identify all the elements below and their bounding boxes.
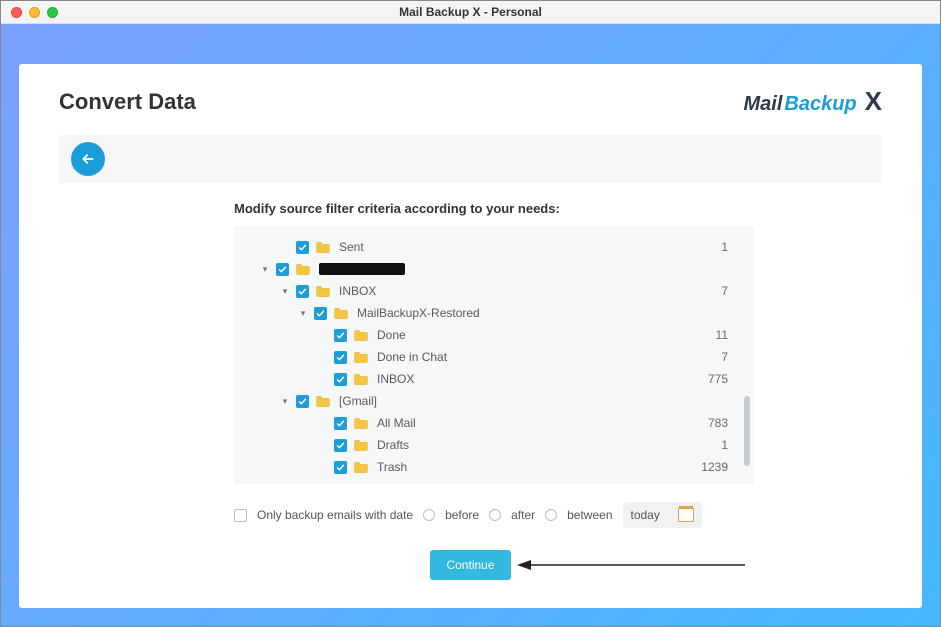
continue-button[interactable]: Continue <box>430 550 510 580</box>
folder-label: All Mail <box>377 416 416 430</box>
folder-icon <box>295 263 311 276</box>
folder-checkbox[interactable] <box>334 461 347 474</box>
minimize-window-button[interactable] <box>29 7 40 18</box>
folder-count: 783 <box>708 416 728 430</box>
after-label: after <box>511 508 535 522</box>
folder-icon <box>315 395 331 408</box>
folder-icon <box>353 461 369 474</box>
only-backup-label: Only backup emails with date <box>257 508 413 522</box>
tree-row[interactable]: ▾ [Gmail] <box>250 390 748 412</box>
scrollbar-thumb[interactable] <box>744 396 750 466</box>
expander-icon[interactable]: ▾ <box>280 286 290 297</box>
titlebar: Mail Backup X - Personal <box>1 1 940 24</box>
arrow-left-icon <box>80 151 96 167</box>
close-window-button[interactable] <box>11 7 22 18</box>
folder-count: 1239 <box>701 460 728 474</box>
tree-row[interactable]: Done in Chat 7 <box>250 346 748 368</box>
date-picker[interactable]: today <box>623 502 702 528</box>
instructions-text: Modify source filter criteria according … <box>234 201 882 216</box>
folder-checkbox[interactable] <box>334 351 347 364</box>
tree-row[interactable]: ▾ <box>250 258 748 280</box>
folder-checkbox[interactable] <box>334 417 347 430</box>
expander-icon[interactable]: ▾ <box>260 264 270 275</box>
page-title: Convert Data <box>59 89 196 115</box>
between-label: between <box>567 508 612 522</box>
folder-label: Done <box>377 328 406 342</box>
logo-text-mail: Mail <box>744 93 783 116</box>
only-backup-checkbox[interactable] <box>234 509 247 522</box>
folder-count: 7 <box>721 350 728 364</box>
before-label: before <box>445 508 479 522</box>
folder-label: INBOX <box>377 372 414 386</box>
expander-icon[interactable]: ▾ <box>280 396 290 407</box>
tree-row[interactable]: Drafts 1 <box>250 434 748 456</box>
folder-checkbox[interactable] <box>296 285 309 298</box>
tree-row[interactable]: Trash 1239 <box>250 456 748 474</box>
folder-count: 7 <box>721 284 728 298</box>
folder-tree-panel: Sent1▾▾INBOX7▾MailBackupX-RestoredDone11… <box>234 226 754 484</box>
before-radio[interactable] <box>423 509 435 521</box>
between-radio[interactable] <box>545 509 557 521</box>
scrollbar-track[interactable] <box>744 236 750 474</box>
folder-label: Trash <box>377 460 407 474</box>
header-row: Convert Data MailBackup X <box>59 86 882 117</box>
folder-checkbox[interactable] <box>296 241 309 254</box>
folder-icon <box>353 439 369 452</box>
folder-count: 775 <box>708 372 728 386</box>
date-filter-row: Only backup emails with date before afte… <box>234 502 754 528</box>
folder-checkbox[interactable] <box>334 329 347 342</box>
continue-row: Continue <box>59 550 882 580</box>
folder-count: 11 <box>716 328 728 342</box>
app-window: Mail Backup X - Personal Convert Data Ma… <box>0 0 941 627</box>
folder-icon <box>333 307 349 320</box>
folder-icon <box>353 417 369 430</box>
tree-row[interactable]: Done 11 <box>250 324 748 346</box>
calendar-icon <box>678 508 694 522</box>
after-radio[interactable] <box>489 509 501 521</box>
app-logo: MailBackup X <box>744 86 883 117</box>
tree-row[interactable]: INBOX 775 <box>250 368 748 390</box>
folder-icon <box>353 351 369 364</box>
folder-label: MailBackupX-Restored <box>357 306 480 320</box>
back-bar <box>59 135 882 183</box>
folder-checkbox[interactable] <box>296 395 309 408</box>
folder-label: Drafts <box>377 438 409 452</box>
folder-icon <box>353 373 369 386</box>
folder-icon <box>353 329 369 342</box>
traffic-lights <box>11 7 58 18</box>
date-value: today <box>631 508 660 522</box>
main-card: Convert Data MailBackup X Modify source … <box>19 64 922 608</box>
folder-icon <box>315 241 331 254</box>
folder-icon <box>315 285 331 298</box>
logo-text-x: X <box>865 86 882 117</box>
folder-checkbox[interactable] <box>276 263 289 276</box>
folder-checkbox[interactable] <box>334 439 347 452</box>
folder-label: Done in Chat <box>377 350 447 364</box>
folder-count: 1 <box>721 438 728 452</box>
folder-label: Sent <box>339 240 364 254</box>
folder-label: [Gmail] <box>339 394 377 408</box>
tree-row[interactable]: ▾ INBOX 7 <box>250 280 748 302</box>
folder-checkbox[interactable] <box>314 307 327 320</box>
folder-checkbox[interactable] <box>334 373 347 386</box>
maximize-window-button[interactable] <box>47 7 58 18</box>
tree-row[interactable]: ▾ MailBackupX-Restored <box>250 302 748 324</box>
annotation-arrow-icon <box>517 557 747 573</box>
tree-row[interactable]: All Mail 783 <box>250 412 748 434</box>
folder-label: INBOX <box>339 284 376 298</box>
expander-icon[interactable]: ▾ <box>298 308 308 319</box>
logo-text-backup: Backup <box>784 93 856 116</box>
folder-tree: Sent1▾▾INBOX7▾MailBackupX-RestoredDone11… <box>250 236 748 474</box>
window-title: Mail Backup X - Personal <box>1 5 940 19</box>
redacted-label <box>319 263 405 275</box>
tree-row[interactable]: Sent 1 <box>250 236 748 258</box>
back-button[interactable] <box>71 142 105 176</box>
gradient-background: Convert Data MailBackup X Modify source … <box>1 24 940 626</box>
folder-count: 1 <box>721 240 728 254</box>
